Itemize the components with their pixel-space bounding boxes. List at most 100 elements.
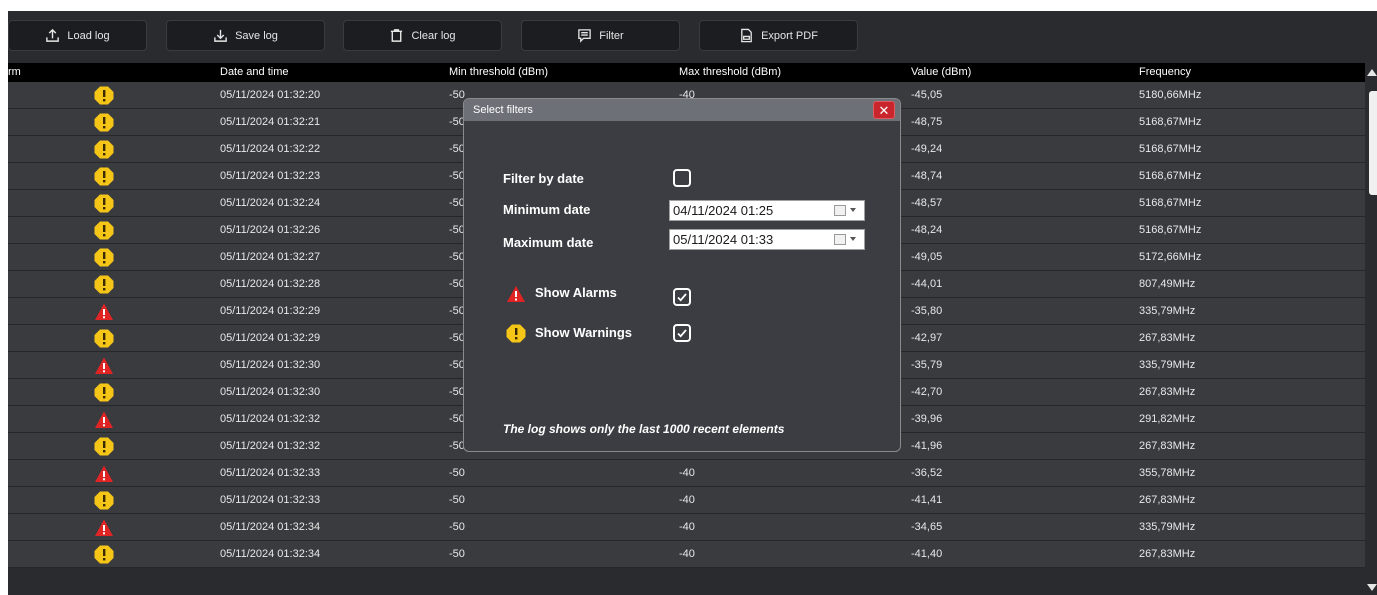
cell-frequency: 335,79MHz — [1139, 359, 1196, 371]
chevron-down-icon — [850, 237, 856, 241]
header-min-threshold[interactable]: Min threshold (dBm) — [449, 66, 548, 78]
cell-date: 05/11/2024 01:32:32 — [220, 413, 321, 425]
load-log-label: Load log — [67, 29, 110, 42]
maximum-date-picker[interactable]: 05/11/2024 01:33 — [669, 229, 865, 250]
header-alarm[interactable]: rm — [8, 66, 21, 78]
cell-date: 05/11/2024 01:32:26 — [220, 224, 321, 236]
scrollbar-thumb[interactable] — [1369, 91, 1377, 195]
cell-date: 05/11/2024 01:32:29 — [220, 332, 321, 344]
minimum-date-picker[interactable]: 04/11/2024 01:25 — [669, 200, 865, 221]
cell-value: -45,05 — [911, 89, 943, 101]
header-frequency[interactable]: Frequency — [1139, 66, 1191, 78]
header-value[interactable]: Value (dBm) — [911, 66, 971, 78]
pdf-icon — [741, 28, 752, 43]
maximum-date-label: Maximum date — [503, 235, 594, 250]
select-filters-dialog: Select filters ✕ Filter by date Minimum … — [463, 98, 901, 452]
toolbar: Load log Save log Clear log Filter Expor… — [8, 11, 1377, 63]
close-button[interactable]: ✕ — [873, 101, 895, 119]
filter-button[interactable]: Filter — [521, 20, 680, 51]
minimum-date-dropdown[interactable] — [834, 204, 860, 217]
scroll-up-arrow-icon[interactable] — [1367, 69, 1377, 76]
cell-date: 05/11/2024 01:32:30 — [220, 359, 321, 371]
filter-label: Filter — [599, 29, 624, 42]
cell-value: -42,70 — [911, 386, 943, 398]
maximum-date-dropdown[interactable] — [834, 233, 860, 246]
cell-frequency: 355,78MHz — [1139, 467, 1196, 479]
alarm-log-window: Load log Save log Clear log Filter Expor… — [8, 11, 1377, 595]
alarm-icon — [94, 410, 114, 429]
header-date[interactable]: Date and time — [220, 66, 288, 78]
cell-value: -35,79 — [911, 359, 943, 371]
cell-value: -44,01 — [911, 278, 943, 290]
table-row[interactable]: 05/11/2024 01:32:33 -50 -40 -36,52 355,78MHz — [8, 460, 1365, 487]
alarm-icon — [94, 356, 114, 375]
cell-max-threshold: -40 — [679, 494, 695, 506]
scroll-down-arrow-icon[interactable] — [1367, 584, 1377, 591]
show-alarms-checkbox[interactable] — [673, 288, 691, 306]
warning-icon — [94, 329, 114, 348]
warning-icon — [94, 491, 114, 510]
table-header: rm Date and time Min threshold (dBm) Max… — [8, 63, 1365, 82]
cell-value: -41,40 — [911, 548, 943, 560]
clear-log-button[interactable]: Clear log — [343, 20, 502, 51]
cell-value: -35,80 — [911, 305, 943, 317]
cell-max-threshold: -40 — [679, 548, 695, 560]
header-max-threshold[interactable]: Max threshold (dBm) — [679, 66, 781, 78]
chevron-down-icon — [850, 208, 856, 212]
cell-value: -48,75 — [911, 116, 943, 128]
cell-min-threshold: -50 — [449, 521, 465, 533]
cell-frequency: 267,83MHz — [1139, 332, 1196, 344]
cell-frequency: 5172,66MHz — [1139, 251, 1202, 263]
cell-frequency: 5168,67MHz — [1139, 116, 1202, 128]
alarm-icon — [507, 286, 525, 302]
calendar-icon — [834, 234, 846, 245]
cell-date: 05/11/2024 01:32:34 — [220, 521, 321, 533]
cell-frequency: 5168,67MHz — [1139, 224, 1202, 236]
cell-min-threshold: -50 — [449, 494, 465, 506]
cell-frequency: 335,79MHz — [1139, 521, 1196, 533]
export-pdf-label: Export PDF — [761, 29, 818, 42]
cell-date: 05/11/2024 01:32:23 — [220, 170, 321, 182]
cell-frequency: 267,83MHz — [1139, 386, 1196, 398]
dialog-title: Select filters — [464, 99, 900, 121]
warning-icon — [94, 248, 114, 267]
cell-value: -48,24 — [911, 224, 943, 236]
dialog-note: The log shows only the last 1000 recent … — [503, 422, 785, 436]
cell-value: -49,05 — [911, 251, 943, 263]
cell-frequency: 807,49MHz — [1139, 278, 1196, 290]
warning-icon — [94, 437, 114, 456]
cell-value: -39,96 — [911, 413, 943, 425]
save-log-button[interactable]: Save log — [166, 20, 325, 51]
cell-date: 05/11/2024 01:32:33 — [220, 467, 321, 479]
table-row[interactable]: 05/11/2024 01:32:34 -50 -40 -34,65 335,79MHz — [8, 514, 1365, 541]
minimum-date-label: Minimum date — [503, 202, 591, 217]
cell-max-threshold: -40 — [679, 521, 695, 533]
download-icon — [214, 29, 227, 42]
table-row[interactable]: 05/11/2024 01:32:34 -50 -40 -41,40 267,83MHz — [8, 541, 1365, 568]
cell-frequency: 5168,67MHz — [1139, 143, 1202, 155]
export-pdf-button[interactable]: Export PDF — [699, 20, 858, 51]
show-warnings-checkbox[interactable] — [673, 324, 691, 342]
alarm-icon — [94, 518, 114, 537]
cell-date: 05/11/2024 01:32:22 — [220, 143, 321, 155]
table-row[interactable]: 05/11/2024 01:32:33 -50 -40 -41,41 267,83MHz — [8, 487, 1365, 514]
cell-value: -41,96 — [911, 440, 943, 452]
minimum-date-value: 04/11/2024 01:25 — [673, 203, 774, 218]
cell-value: -48,74 — [911, 170, 943, 182]
checkmark-icon — [677, 293, 687, 302]
warning-icon — [94, 113, 114, 132]
checkmark-icon — [677, 329, 687, 338]
warning-icon — [94, 545, 114, 564]
warning-icon — [94, 86, 114, 105]
filter-by-date-checkbox[interactable] — [673, 169, 691, 187]
filter-icon — [578, 29, 592, 43]
load-log-button[interactable]: Load log — [8, 20, 147, 51]
vertical-scrollbar[interactable] — [1365, 63, 1377, 595]
cell-min-threshold: -50 — [449, 467, 465, 479]
warning-icon — [506, 324, 526, 343]
cell-frequency: 5168,67MHz — [1139, 197, 1202, 209]
calendar-icon — [834, 205, 846, 216]
cell-date: 05/11/2024 01:32:28 — [220, 278, 321, 290]
cell-date: 05/11/2024 01:32:20 — [220, 89, 321, 101]
maximum-date-value: 05/11/2024 01:33 — [673, 232, 774, 247]
